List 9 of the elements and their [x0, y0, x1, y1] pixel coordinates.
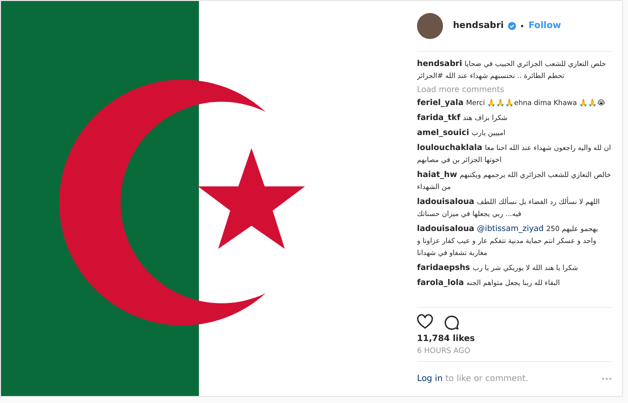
login-link[interactable]: Log in [417, 374, 443, 384]
avatar[interactable] [417, 13, 443, 39]
login-prompt: Log in to like or comment. [417, 374, 528, 384]
username[interactable]: hendsabri [453, 21, 504, 31]
likes-count[interactable]: 11,784 likes [417, 334, 612, 344]
mention-link[interactable]: @ibtissam_ziyad [476, 224, 544, 233]
comment-icon[interactable] [443, 314, 459, 330]
separator-dot: • [520, 22, 524, 30]
heart-icon[interactable] [417, 314, 433, 330]
